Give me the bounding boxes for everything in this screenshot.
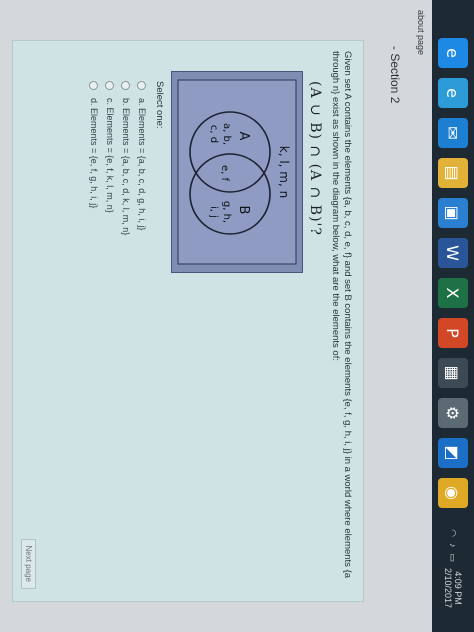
- a-only-elements-line-2: c, d: [208, 125, 219, 143]
- clock[interactable]: 4:09 PM 2/10/2017: [443, 568, 463, 608]
- venn-diagram: k, l, m, n A B a, b, c, d e, f g, h, i, …: [171, 71, 303, 273]
- radio-button[interactable]: [137, 81, 147, 90]
- question-text: Given set A contains the elements {a, b,…: [330, 51, 353, 579]
- answer-option-d[interactable]: d. Elements = {e, f, g, h, i, j}: [89, 81, 99, 208]
- calculator-icon[interactable]: ▦: [438, 358, 468, 388]
- set-a-label: A: [236, 132, 251, 141]
- option-label: d. Elements = {e, f, g, h, i, j}: [89, 98, 99, 209]
- notification-icon[interactable]: ▭: [448, 553, 459, 562]
- edge-icon[interactable]: e: [438, 38, 468, 68]
- question-card: Given set A contains the elements {a, b,…: [12, 40, 364, 602]
- quiz-content: - Section 2 Given set A contains the ele…: [7, 40, 402, 602]
- intersection-elements: e, f: [219, 165, 230, 182]
- explorer-icon[interactable]: e: [438, 78, 468, 108]
- answer-option-c[interactable]: c. Elements = {e, f, k, l, m, n}: [105, 81, 115, 213]
- clock-date: 2/10/2017: [443, 567, 453, 608]
- option-label: c. Elements = {e, f, k, l, m, n}: [105, 98, 115, 213]
- system-tray: ◠ ♪ ▭ 4:09 PM 2/10/2017: [442, 529, 464, 608]
- folder-icon[interactable]: ▤: [438, 158, 468, 188]
- select-one-label: Select one:: [154, 81, 165, 129]
- venn-diagram-svg: k, l, m, n A B a, b, c, d e, f g, h, i, …: [177, 79, 297, 265]
- b-only-elements-line-2: i, j: [208, 206, 219, 218]
- powerpoint-icon[interactable]: P: [438, 318, 468, 348]
- desktop-screen: e e ✉ ▤ ▣ W X P ▦ ⚙ ◩ ◉ ◠ ♪ ▭ 4:09 PM 2/10/2017 abo…: [0, 0, 474, 632]
- about-page-link[interactable]: about page: [416, 10, 426, 55]
- word-icon[interactable]: W: [438, 238, 468, 268]
- store-icon[interactable]: ▣: [438, 198, 468, 228]
- radio-button[interactable]: [121, 81, 131, 90]
- excel-icon[interactable]: X: [438, 278, 468, 308]
- volume-icon[interactable]: ♪: [448, 543, 458, 548]
- set-formula: (A ∪ B) ∩ (A ∩ B)'?: [307, 81, 323, 236]
- answer-option-a[interactable]: a. Elements = {a, b, c, d, g, h, i, j}: [137, 81, 147, 230]
- mail-icon[interactable]: ✉: [438, 118, 468, 148]
- radio-button[interactable]: [89, 81, 99, 90]
- a-only-elements-line-1: a, b,: [221, 123, 232, 145]
- option-label: a. Elements = {a, b, c, d, g, h, i, j}: [137, 98, 147, 231]
- chrome-icon[interactable]: ◉: [438, 478, 468, 508]
- settings-icon[interactable]: ⚙: [438, 398, 468, 428]
- radio-button[interactable]: [105, 81, 115, 90]
- next-page-button[interactable]: Next page: [21, 538, 36, 589]
- option-label: b. Elements = {a, b, c, d, k, l, m, n}: [121, 98, 131, 236]
- universe-label: k, l, m, n: [277, 146, 291, 198]
- network-icon[interactable]: ◠: [448, 529, 459, 537]
- section-title: - Section 2: [388, 46, 402, 104]
- browser-page: about page - Section 2 Given set A conta…: [0, 0, 432, 632]
- b-only-elements-line-1: g, h,: [221, 201, 232, 223]
- clock-time: 4:09 PM: [453, 571, 463, 605]
- photos-icon[interactable]: ◩: [438, 438, 468, 468]
- taskbar: e e ✉ ▤ ▣ W X P ▦ ⚙ ◩ ◉ ◠ ♪ ▭ 4:09 PM 2/10/2017: [432, 0, 474, 632]
- answer-option-b[interactable]: b. Elements = {a, b, c, d, k, l, m, n}: [121, 81, 131, 235]
- set-b-label: B: [236, 206, 251, 215]
